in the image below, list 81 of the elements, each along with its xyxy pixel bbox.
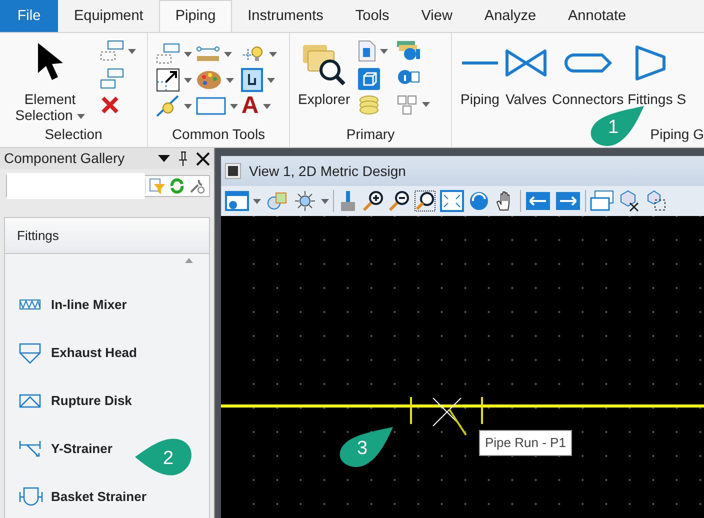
shapes-icon[interactable] — [265, 190, 289, 212]
caret-icon[interactable] — [226, 78, 234, 82]
ribbon-tab[interactable]: View — [405, 0, 468, 32]
rupture-disk-icon — [19, 394, 41, 408]
group-label: Common Tools — [170, 125, 266, 144]
caret-icon[interactable] — [380, 48, 388, 54]
window-zoom-icon[interactable] — [414, 190, 436, 212]
caret-icon[interactable] — [76, 114, 85, 119]
caret-icon[interactable] — [184, 78, 192, 82]
document-icon[interactable] — [358, 40, 376, 62]
caret-icon[interactable] — [128, 48, 136, 54]
arrow-pointer-icon[interactable] — [35, 41, 65, 83]
ribbon-tab[interactable]: Tools — [339, 0, 406, 32]
window-icon[interactable] — [225, 163, 241, 179]
zoom-out-icon[interactable] — [388, 190, 410, 212]
piping-tool-button[interactable]: Fittings — [628, 91, 673, 107]
layers-info-icon[interactable] — [396, 39, 420, 62]
caret-icon[interactable] — [224, 52, 232, 56]
gallery-item[interactable]: Basket Strainer — [5, 473, 209, 518]
measure-line-icon[interactable] — [196, 44, 220, 64]
fit-view-icon[interactable] — [440, 190, 464, 212]
zoom-in-icon[interactable] — [362, 190, 384, 212]
dashed-rect-icon[interactable] — [100, 40, 124, 62]
group-label: Piping G — [649, 125, 704, 144]
group-label: Selection — [44, 125, 104, 144]
gallery-item[interactable]: In-line Mixer — [5, 281, 209, 329]
caret-icon[interactable] — [230, 104, 238, 108]
caret-icon[interactable] — [267, 78, 276, 82]
search-field[interactable] — [6, 175, 210, 197]
view-attributes-icon[interactable] — [225, 190, 249, 212]
refresh-icon[interactable] — [169, 178, 185, 194]
piping-tool-button[interactable]: S — [676, 91, 686, 107]
caret-icon[interactable] — [184, 52, 192, 56]
dashed-rect-icon[interactable] — [156, 43, 180, 65]
piping-tool-button[interactable]: Connectors — [552, 91, 624, 107]
dropdown-icon[interactable] — [158, 154, 170, 162]
cube-clip-icon[interactable] — [646, 190, 666, 212]
rotate-icon[interactable] — [468, 190, 490, 212]
gallery-item[interactable]: Rupture Disk — [5, 377, 209, 425]
caret-icon[interactable] — [422, 102, 430, 108]
caret-icon[interactable] — [321, 198, 329, 204]
exhaust-head-icon — [19, 342, 41, 364]
gallery-item[interactable]: Exhaust Head — [5, 329, 209, 377]
sun-icon[interactable] — [293, 190, 317, 212]
ribbon-tab[interactable]: Analyze — [468, 0, 552, 32]
view-title: View 1, 2D Metric Design — [249, 162, 406, 181]
section-title: Fittings — [17, 226, 59, 245]
caret-icon[interactable] — [269, 52, 278, 56]
ribbon-tab[interactable]: Annotate — [552, 0, 642, 32]
rectangle-icon[interactable] — [196, 96, 226, 116]
close-icon[interactable] — [196, 152, 210, 166]
element-selection-button[interactable]: Element Selection — [15, 91, 85, 123]
basket-strainer-icon — [19, 486, 43, 508]
explorer-button[interactable]: Explorer — [298, 91, 350, 107]
caret-icon[interactable] — [262, 104, 271, 108]
key-grid-icon[interactable] — [396, 94, 418, 116]
palette-icon[interactable] — [196, 69, 222, 91]
ribbon-tab[interactable]: Equipment — [58, 0, 160, 32]
delete-icon[interactable] — [100, 95, 120, 116]
rectangle-pair-icon[interactable] — [100, 68, 124, 90]
wrench-gear-icon[interactable] — [189, 178, 205, 194]
pin-icon[interactable] — [178, 150, 188, 166]
group-label: Primary — [345, 125, 396, 144]
piping-tool-button[interactable]: Piping — [460, 91, 500, 107]
y-strainer-icon — [19, 439, 41, 459]
ribbon-tab[interactable]: Piping — [159, 0, 232, 32]
caret-icon[interactable] — [253, 198, 261, 204]
text-tool-icon[interactable]: A — [241, 94, 259, 118]
framed-note-icon[interactable] — [241, 68, 264, 92]
ribbon-tab[interactable]: File — [0, 0, 58, 32]
caret-icon[interactable] — [184, 104, 192, 108]
panel-title: Component Gallery — [4, 149, 126, 168]
window-copy-icon[interactable] — [590, 190, 614, 212]
cube-icon[interactable] — [358, 68, 380, 90]
mixer-icon — [19, 299, 41, 311]
scroll-up-icon[interactable] — [185, 258, 193, 263]
line-bulb-icon[interactable] — [156, 94, 180, 118]
piping-tool-button[interactable]: Valves — [506, 91, 546, 107]
ribbon-tab[interactable]: Instruments — [232, 0, 340, 32]
tooltip: Pipe Run - P1 — [479, 430, 572, 456]
filter-icon[interactable] — [149, 178, 165, 194]
